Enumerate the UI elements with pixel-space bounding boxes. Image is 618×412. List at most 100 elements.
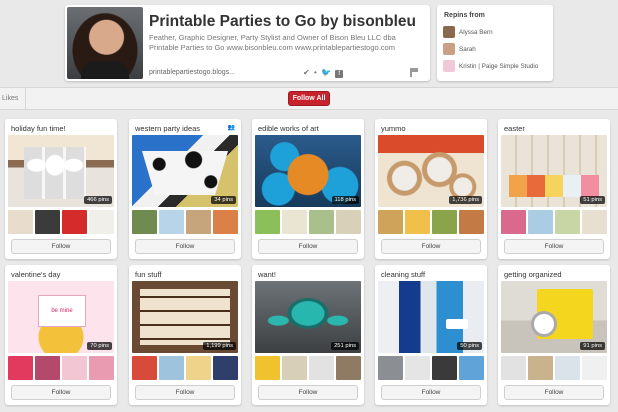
board-title[interactable]: edible works of art: [258, 124, 319, 133]
board-cover-image[interactable]: 1,736 pins: [378, 135, 484, 207]
board-thumbnail[interactable]: [555, 210, 580, 234]
board-thumbnail[interactable]: [528, 356, 553, 380]
board-thumbnail[interactable]: [132, 356, 157, 380]
board-card[interactable]: valentine's day 70 pins Follow: [5, 265, 117, 405]
board-cover-image[interactable]: 70 pins: [8, 281, 114, 353]
board-thumbnail[interactable]: [282, 356, 307, 380]
follow-board-button[interactable]: Follow: [11, 385, 111, 400]
follow-board-button[interactable]: Follow: [135, 239, 235, 254]
twitter-icon[interactable]: •: [314, 68, 317, 77]
board-thumbnail[interactable]: [309, 210, 334, 234]
board-thumbnail[interactable]: [432, 210, 457, 234]
repin-item[interactable]: Alyssa Bern: [443, 26, 493, 38]
profile-name: Printable Parties to Go by bisonbleu: [149, 13, 416, 30]
board-thumbnail[interactable]: [213, 356, 238, 380]
profile-website-link[interactable]: printablepartiestogo.blogs...: [149, 69, 235, 76]
board-cover-image[interactable]: 51 pins: [501, 135, 607, 207]
board-thumbnails: [378, 210, 484, 234]
board-thumbnail[interactable]: [459, 210, 484, 234]
board-title[interactable]: valentine's day: [11, 270, 60, 279]
follow-board-button[interactable]: Follow: [258, 239, 358, 254]
board-thumbnails: [132, 210, 238, 234]
board-thumbnail[interactable]: [159, 210, 184, 234]
board-card[interactable]: edible works of art 118 pins Follow: [252, 119, 364, 259]
follow-board-button[interactable]: Follow: [135, 385, 235, 400]
board-card[interactable]: fun stuff 1,199 pins Follow: [129, 265, 241, 405]
board-thumbnail[interactable]: [555, 356, 580, 380]
board-thumbnail[interactable]: [8, 356, 33, 380]
board-thumbnail[interactable]: [186, 210, 211, 234]
follow-board-button[interactable]: Follow: [381, 239, 481, 254]
repin-avatar: [443, 60, 455, 72]
board-thumbnail[interactable]: [336, 356, 361, 380]
follow-board-button[interactable]: Follow: [504, 239, 604, 254]
board-thumbnail[interactable]: [35, 210, 60, 234]
board-thumbnail[interactable]: [501, 356, 526, 380]
repin-name: Sarah: [459, 45, 476, 53]
follow-board-button[interactable]: Follow: [258, 385, 358, 400]
follow-board-button[interactable]: Follow: [11, 239, 111, 254]
board-thumbnail[interactable]: [501, 210, 526, 234]
board-thumbnail[interactable]: [309, 356, 334, 380]
board-thumbnail[interactable]: [582, 356, 607, 380]
board-thumbnail[interactable]: [255, 356, 280, 380]
board-thumbnail[interactable]: [89, 356, 114, 380]
facebook-icon[interactable]: f: [335, 70, 344, 78]
follow-board-button[interactable]: Follow: [504, 385, 604, 400]
board-title[interactable]: western party ideas: [135, 124, 200, 133]
board-card[interactable]: want! 251 pins Follow: [252, 265, 364, 405]
board-title[interactable]: yummo: [381, 124, 406, 133]
board-thumbnail[interactable]: [405, 356, 430, 380]
board-thumbnail[interactable]: [405, 210, 430, 234]
board-title[interactable]: holiday fun time!: [11, 124, 66, 133]
board-thumbnail[interactable]: [459, 356, 484, 380]
board-thumbnail[interactable]: [336, 210, 361, 234]
board-thumbnail[interactable]: [132, 210, 157, 234]
board-thumbnail[interactable]: [213, 210, 238, 234]
board-card[interactable]: holiday fun time! 466 pins Follow: [5, 119, 117, 259]
board-thumbnail[interactable]: [255, 210, 280, 234]
repin-item[interactable]: Sarah: [443, 43, 476, 55]
board-thumbnail[interactable]: [159, 356, 184, 380]
board-title[interactable]: want!: [258, 270, 276, 279]
board-thumbnail[interactable]: [378, 356, 403, 380]
board-cover-image[interactable]: 50 pins: [378, 281, 484, 353]
follow-all-button[interactable]: Follow All: [288, 91, 330, 106]
board-title[interactable]: cleaning stuff: [381, 270, 425, 279]
twitter-bird-icon[interactable]: 🐦: [321, 68, 331, 77]
board-cover-image[interactable]: 118 pins: [255, 135, 361, 207]
repin-avatar: [443, 43, 455, 55]
board-title[interactable]: easter: [504, 124, 525, 133]
board-thumbnail[interactable]: [282, 210, 307, 234]
pin-count-badge: 1,199 pins: [203, 342, 236, 350]
board-thumbnail[interactable]: [186, 356, 211, 380]
board-title[interactable]: fun stuff: [135, 270, 162, 279]
board-card[interactable]: easter 51 pins Follow: [498, 119, 610, 259]
board-cover-image[interactable]: 1,199 pins: [132, 281, 238, 353]
board-thumbnail[interactable]: [8, 210, 33, 234]
board-cover-image[interactable]: 466 pins: [8, 135, 114, 207]
board-thumbnail[interactable]: [35, 356, 60, 380]
board-cover-image[interactable]: 251 pins: [255, 281, 361, 353]
board-cover-image[interactable]: 34 pins: [132, 135, 238, 207]
follow-board-button[interactable]: Follow: [381, 385, 481, 400]
repin-name: Alyssa Bern: [459, 28, 493, 36]
avatar[interactable]: [67, 7, 143, 79]
board-thumbnail[interactable]: [432, 356, 457, 380]
board-cover-image[interactable]: 91 pins: [501, 281, 607, 353]
flag-icon[interactable]: [410, 68, 418, 77]
board-card[interactable]: getting organized 91 pins Follow: [498, 265, 610, 405]
board-thumbnail[interactable]: [62, 356, 87, 380]
board-thumbnail[interactable]: [582, 210, 607, 234]
board-card[interactable]: cleaning stuff 50 pins Follow: [375, 265, 487, 405]
board-thumbnail[interactable]: [378, 210, 403, 234]
check-icon: ✔: [303, 68, 310, 77]
board-thumbnail[interactable]: [89, 210, 114, 234]
tab-likes[interactable]: Likes: [0, 88, 27, 109]
board-card[interactable]: western party ideas 👥 34 pins Follow: [129, 119, 241, 259]
repin-item[interactable]: Kristin | Paige Simple Studio: [443, 60, 538, 72]
board-thumbnail[interactable]: [528, 210, 553, 234]
board-title[interactable]: getting organized: [504, 270, 562, 279]
board-thumbnail[interactable]: [62, 210, 87, 234]
board-card[interactable]: yummo 1,736 pins Follow: [375, 119, 487, 259]
